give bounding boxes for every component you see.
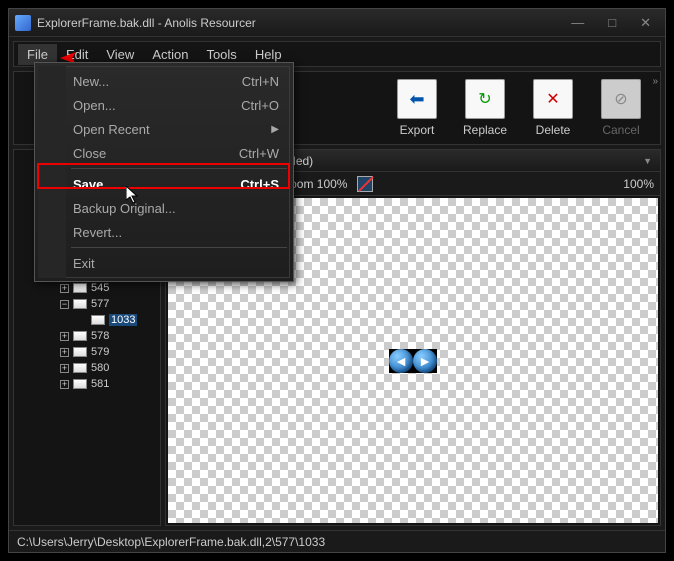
submenu-arrow-icon: ▶ [271, 124, 279, 135]
menu-item-new[interactable]: New... Ctrl+N [39, 69, 289, 93]
tree-label: 1033 [109, 314, 137, 326]
cancel-button: ⊘ Cancel [590, 75, 652, 141]
tree-item[interactable]: +580 [14, 360, 160, 376]
titlebar: ExplorerFrame.bak.dll - Anolis Resourcer… [9, 9, 665, 37]
resource-icon [73, 363, 87, 373]
resource-icon [73, 347, 87, 357]
resource-icon [73, 299, 87, 309]
resource-icon [91, 315, 105, 325]
menu-item-open-recent[interactable]: Open Recent ▶ [39, 117, 289, 141]
tree-expand-icon[interactable]: − [60, 300, 69, 309]
tree-label: 577 [91, 298, 109, 310]
menu-item-close[interactable]: Close Ctrl+W [39, 141, 289, 165]
tree-expand-icon[interactable]: + [60, 364, 69, 373]
tree-label: 579 [91, 346, 109, 358]
tree-expand-icon[interactable]: + [60, 332, 69, 341]
close-button[interactable]: ✕ [632, 13, 659, 33]
zoom-value: 100% [623, 177, 654, 191]
chevron-down-icon: ▼ [643, 156, 652, 166]
resource-icon [73, 283, 87, 293]
replace-icon: ↻ [465, 79, 505, 119]
menu-separator [71, 168, 287, 169]
menu-item-revert[interactable]: Revert... [39, 220, 289, 244]
toolbar-overflow-icon[interactable]: » [652, 76, 658, 87]
export-icon: ⬅ [397, 79, 437, 119]
tree-label: 578 [91, 330, 109, 342]
toggle-bg-icon[interactable] [357, 176, 373, 192]
app-icon [15, 15, 31, 31]
resource-icon [73, 379, 87, 389]
back-arrow-icon: ◄ [389, 349, 413, 373]
tree-item[interactable]: +581 [14, 376, 160, 392]
tree-expand-icon[interactable]: + [60, 284, 69, 293]
menu-item-save[interactable]: Save... Ctrl+S [39, 172, 289, 196]
minimize-button[interactable]: — [563, 13, 592, 33]
tree-item[interactable]: +579 [14, 344, 160, 360]
menu-item-open[interactable]: Open... Ctrl+O [39, 93, 289, 117]
forward-arrow-icon: ► [413, 349, 437, 373]
tree-item[interactable]: − 577 [14, 296, 160, 312]
window-title: ExplorerFrame.bak.dll - Anolis Resourcer [37, 16, 563, 30]
delete-icon: ✕ [533, 79, 573, 119]
tree-item[interactable]: +578 [14, 328, 160, 344]
tree-label: 581 [91, 378, 109, 390]
replace-button[interactable]: ↻ Replace [454, 75, 516, 141]
menu-item-backup[interactable]: Backup Original... [39, 196, 289, 220]
tree-label: 545 [91, 282, 109, 294]
menu-item-exit[interactable]: Exit [39, 251, 289, 275]
tree-label: 580 [91, 362, 109, 374]
maximize-button[interactable]: □ [600, 13, 624, 33]
status-path: C:\Users\Jerry\Desktop\ExplorerFrame.bak… [17, 535, 325, 549]
export-button[interactable]: ⬅ Export [386, 75, 448, 141]
resource-image: ◄ ► [389, 349, 437, 373]
tree-expand-icon[interactable]: + [60, 380, 69, 389]
tree-item[interactable]: +545 [14, 280, 160, 296]
tree-expand-icon[interactable]: + [60, 348, 69, 357]
menu-separator [71, 247, 287, 248]
tree-item[interactable]: 1033 [14, 312, 160, 328]
file-dropdown-menu: New... Ctrl+N Open... Ctrl+O Open Recent… [34, 62, 294, 282]
resource-icon [73, 331, 87, 341]
delete-button[interactable]: ✕ Delete [522, 75, 584, 141]
statusbar: C:\Users\Jerry\Desktop\ExplorerFrame.bak… [9, 530, 665, 552]
cancel-icon: ⊘ [601, 79, 641, 119]
